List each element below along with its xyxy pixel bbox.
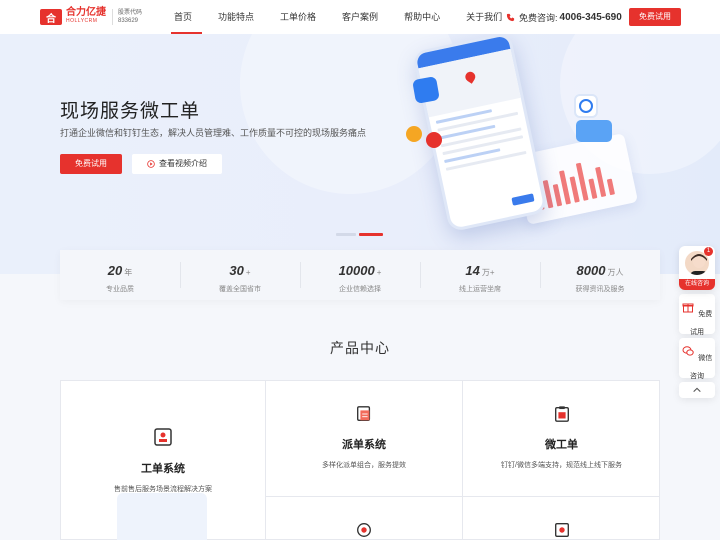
- notification-badge: 1: [704, 247, 713, 256]
- illustration-bar: [606, 178, 616, 196]
- product-desc: 钉钉/微信多端支持，规范线上线下服务: [501, 462, 622, 469]
- sidebar-trial-button[interactable]: 免费试用: [679, 294, 715, 336]
- illustration-bar: [569, 176, 580, 203]
- nav-help[interactable]: 帮助中心: [391, 0, 453, 34]
- hotline-label: 免费咨询:: [519, 12, 558, 23]
- stock-code: 股票代码 833629: [112, 9, 142, 25]
- stats-bar: 20 年 专业品质 30 + 覆盖全国省市 10000 + 企业信赖选择 14 万+ 线…: [60, 250, 660, 300]
- dispatch-system-icon: [357, 406, 371, 421]
- header: 合 合力亿捷 HOLLYCRM 股票代码 833629 首页 功能特点 工单价格…: [0, 0, 720, 34]
- product-card-dispatch[interactable]: 派单系统 多样化派单组合，服务提效: [266, 381, 463, 497]
- stat-item: 8000 万人 获得资讯及服务: [540, 250, 660, 300]
- gift-icon: [682, 303, 694, 313]
- chat-app-icon: [574, 94, 598, 118]
- carousel-dot[interactable]: [336, 233, 356, 236]
- product-title: 派单系统: [342, 439, 386, 451]
- logo-en: HOLLYCRM: [66, 18, 98, 24]
- wechat-icon: [682, 346, 694, 356]
- user-avatar-icon: [406, 126, 422, 142]
- map-pin-icon: [463, 69, 478, 84]
- phone-icon: [506, 13, 515, 21]
- user-avatar-icon: [426, 132, 442, 148]
- logo-mark: 合: [40, 9, 62, 25]
- play-icon: [147, 160, 155, 168]
- stat-item: 30 + 覆盖全国省市: [180, 250, 300, 300]
- product-grid: 工单系统 售前售后服务场景流程解决方案 派单系统 多样化派单组合，服务提效 微工…: [60, 380, 660, 540]
- message-icon: [576, 120, 612, 142]
- logo[interactable]: 合 合力亿捷 HOLLYCRM 股票代码 833629: [40, 7, 142, 25]
- hero-subtitle: 打通企业微信和钉钉生态，解决人员管理难、工作质量不可控的现场服务痛点: [60, 128, 367, 138]
- stat-item: 14 万+ 线上运营坐席: [420, 250, 540, 300]
- sidebar-wechat-button[interactable]: 微信咨询: [679, 338, 715, 380]
- chevron-up-icon: [693, 387, 701, 393]
- illustration-bar: [588, 178, 598, 200]
- product-card-ticket[interactable]: 工单系统 售前售后服务场景流程解决方案: [61, 381, 266, 540]
- stat-item: 20 年 专业品质: [106, 263, 134, 293]
- main-nav: 首页 功能特点 工单价格 客户案例 帮助中心 关于我们: [168, 0, 515, 34]
- headset-icon: [357, 523, 371, 537]
- header-trial-button[interactable]: 免费试用: [629, 8, 681, 26]
- ticket-system-icon: [154, 428, 172, 446]
- phone-app-icon: [554, 523, 569, 537]
- nav-pricing[interactable]: 工单价格: [267, 0, 329, 34]
- nav-cases[interactable]: 客户案例: [329, 0, 391, 34]
- product-card-micro-ticket[interactable]: 微工单 钉钉/微信多端支持，规范线上线下服务: [463, 381, 660, 497]
- carousel-dot-active[interactable]: [359, 233, 383, 236]
- back-to-top-button[interactable]: [679, 382, 715, 398]
- illustration-bar: [595, 166, 607, 198]
- product-title: 微工单: [545, 439, 578, 451]
- hotline-number: 4006-345-690: [559, 11, 622, 23]
- product-desc: 多样化派单组合，服务提效: [322, 462, 406, 469]
- dingtalk-icon: [412, 76, 440, 104]
- product-title: 工单系统: [141, 463, 185, 475]
- logo-cn: 合力亿捷: [66, 7, 106, 18]
- hero-video-button[interactable]: 查看视频介绍: [132, 154, 222, 174]
- product-card-service[interactable]: [266, 497, 463, 540]
- section-title: 产品中心: [330, 340, 390, 356]
- micro-ticket-icon: [554, 406, 569, 422]
- illustration-bar: [552, 183, 563, 207]
- hotline[interactable]: 免费咨询: 4006-345-690: [506, 0, 622, 34]
- product-deco-image: [117, 493, 207, 540]
- online-consult-button[interactable]: 1 在线咨询: [679, 246, 715, 290]
- nav-home[interactable]: 首页: [168, 0, 205, 34]
- floating-sidebar: 1 在线咨询 免费试用 微信咨询: [679, 246, 715, 398]
- carousel-dots: [336, 233, 386, 236]
- hero-banner: 现场服务微工单 打通企业微信和钉钉生态，解决人员管理难、工作质量不可控的现场服务…: [0, 34, 720, 274]
- stat-item: 10000 + 企业信赖选择: [300, 250, 420, 300]
- product-card-phone[interactable]: [463, 497, 660, 540]
- hero-title: 现场服务微工单: [60, 101, 201, 122]
- hero-trial-button[interactable]: 免费试用: [60, 154, 122, 174]
- nav-features[interactable]: 功能特点: [205, 0, 267, 34]
- online-consult-label: 在线咨询: [679, 279, 715, 290]
